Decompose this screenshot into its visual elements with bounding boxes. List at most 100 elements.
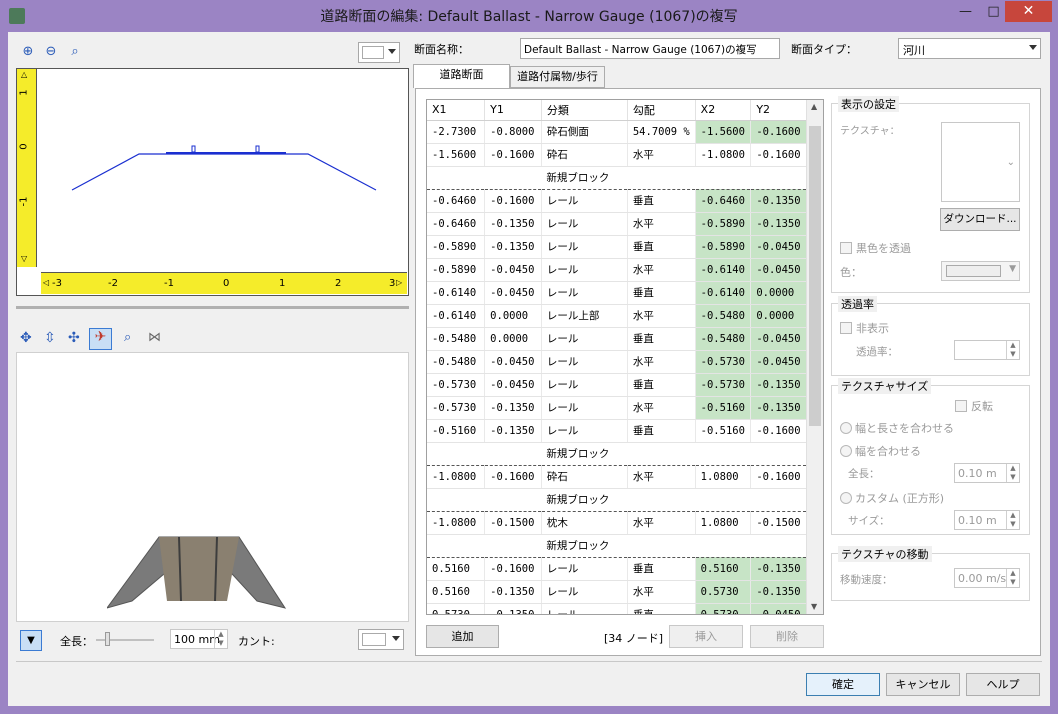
cell-y1[interactable]: -0.1500 (484, 511, 542, 535)
cell-y1[interactable]: -0.1600 (484, 557, 542, 581)
texture-size-stepper[interactable]: 0.10 m ▲ ▼ (954, 510, 1020, 530)
column-header[interactable]: 分類 (541, 100, 628, 121)
cell-y2[interactable]: -0.0450 (750, 603, 807, 614)
block-separator-row[interactable]: 新規ブロック (427, 488, 807, 512)
cell-x2[interactable]: -0.6140 (695, 281, 752, 305)
length-slider-thumb[interactable] (105, 632, 110, 646)
table-row[interactable]: -0.5730 -0.0450 レール 垂直 -0.5730 -0.1350 (427, 373, 807, 397)
table-row[interactable]: 0.5160 -0.1350 レール 水平 0.5730 -0.1350 (427, 580, 807, 604)
table-row[interactable]: -1.0800 -0.1500 枕木 水平 1.0800 -0.1500 (427, 511, 807, 535)
tab-road-accessory[interactable]: 道路付属物/歩行 (510, 66, 605, 88)
node-table[interactable]: X1 Y1 分類 勾配 X2 Y2 -2.7300 -0.8000 砕石側面 54.7… (426, 99, 824, 615)
table-row[interactable]: -0.6460 -0.1600 レール 垂直 -0.6460 -0.1350 (427, 189, 807, 213)
move-speed-stepper[interactable]: 0.00 m/s ▲ ▼ (954, 568, 1020, 588)
cell-x1[interactable]: -0.6460 (427, 212, 486, 236)
cell-grad[interactable]: 54.7009 % (627, 120, 696, 144)
ruler-up-arrow-icon[interactable]: △ (21, 70, 27, 79)
hide-checkbox[interactable]: 非表示 (840, 320, 889, 336)
cell-y1[interactable]: -0.1600 (484, 189, 542, 213)
cell-grad[interactable]: 水平 (627, 580, 696, 604)
section-type-dropdown[interactable]: 河川 (898, 38, 1041, 59)
cell-y1[interactable]: -0.1600 (484, 465, 542, 489)
cell-x1[interactable]: -0.6140 (427, 304, 486, 328)
move-all-icon[interactable]: ✣ (68, 330, 80, 346)
cell-grad[interactable]: 水平 (627, 350, 696, 374)
color-dropdown[interactable]: ▼ (941, 261, 1020, 281)
preview-zoom-icon[interactable]: ⌕ (124, 330, 131, 345)
cell-y2[interactable]: -0.1600 (750, 465, 807, 489)
cell-grad[interactable]: 水平 (627, 465, 696, 489)
cell-y1[interactable]: -0.1350 (484, 580, 542, 604)
block-separator-row[interactable]: 新規ブロック (427, 534, 807, 558)
zoom-fit-icon[interactable]: ⌕ (67, 44, 83, 60)
preview-color-dropdown[interactable] (358, 629, 404, 650)
block-separator-row[interactable]: 新規ブロック (427, 166, 807, 190)
cell-y2[interactable]: -0.1600 (750, 419, 807, 443)
cell-x1[interactable]: -0.5730 (427, 373, 486, 397)
cell-grad[interactable]: 水平 (627, 258, 696, 282)
zoom-in-icon[interactable]: ⊕ (20, 44, 36, 60)
black-transparent-checkbox[interactable]: 黒色を透過 (840, 240, 911, 256)
cell-y2[interactable]: -0.0450 (750, 327, 807, 351)
cell-x2[interactable]: -0.5160 (695, 396, 752, 420)
cell-y1[interactable]: -0.0450 (484, 350, 542, 374)
scroll-thumb[interactable] (809, 126, 821, 426)
table-row[interactable]: -0.5480 -0.0450 レール 水平 -0.5730 -0.0450 (427, 350, 807, 374)
cell-cls[interactable]: 砕石 (541, 143, 628, 167)
delete-button[interactable]: 削除 (750, 625, 824, 648)
cell-grad[interactable]: 垂直 (627, 603, 696, 614)
cell-x1[interactable]: -1.0800 (427, 465, 486, 489)
rotate-icon[interactable]: ✥ (20, 330, 32, 346)
insert-button[interactable]: 挿入 (669, 625, 743, 648)
cell-y1[interactable]: -0.0450 (484, 281, 542, 305)
cell-cls[interactable]: レール (541, 580, 628, 604)
cell-x2[interactable]: -0.5480 (695, 304, 752, 328)
table-row[interactable]: -0.5890 -0.0450 レール 水平 -0.6140 -0.0450 (427, 258, 807, 282)
cell-x1[interactable]: 0.5160 (427, 557, 486, 581)
add-button[interactable]: 追加 (426, 625, 499, 648)
table-row[interactable]: -1.0800 -0.1600 砕石 水平 1.0800 -0.1600 (427, 465, 807, 489)
cell-y1[interactable]: -0.1350 (484, 603, 542, 614)
cell-y1[interactable]: -0.1600 (484, 143, 542, 167)
cell-x1[interactable]: -0.5480 (427, 350, 486, 374)
preview-length-stepper[interactable]: 100 mm ▲ ▼ (170, 629, 228, 649)
custom-square-radio[interactable]: カスタム (正方形) (840, 490, 944, 506)
cell-x2[interactable]: -1.0800 (695, 143, 752, 167)
cell-x2[interactable]: 0.5730 (695, 580, 752, 604)
cell-x2[interactable]: -0.6460 (695, 189, 752, 213)
tab-road-section[interactable]: 道路断面 (413, 64, 510, 88)
cell-y1[interactable]: 0.0000 (484, 304, 542, 328)
cell-x1[interactable]: 0.5160 (427, 580, 486, 604)
close-button[interactable]: ✕ (1005, 1, 1052, 22)
cell-y1[interactable]: -0.0450 (484, 373, 542, 397)
texture-length-stepper[interactable]: 0.10 m ▲ ▼ (954, 463, 1020, 483)
cell-grad[interactable]: 垂直 (627, 419, 696, 443)
column-header[interactable]: Y1 (484, 100, 542, 121)
cell-y1[interactable]: -0.1350 (484, 396, 542, 420)
cell-grad[interactable]: 水平 (627, 511, 696, 535)
zoom-out-icon[interactable]: ⊖ (43, 44, 59, 60)
cell-x2[interactable]: -0.5730 (695, 373, 752, 397)
table-row[interactable]: -0.5160 -0.1350 レール 垂直 -0.5160 -0.1600 (427, 419, 807, 443)
cell-y2[interactable]: -0.1350 (750, 189, 807, 213)
column-header[interactable]: X1 (427, 100, 486, 121)
cell-y2[interactable]: -0.0450 (750, 258, 807, 282)
table-scrollbar[interactable]: ▲ ▼ (806, 100, 823, 614)
cell-x1[interactable]: -0.6140 (427, 281, 486, 305)
cell-x1[interactable]: -0.5160 (427, 419, 486, 443)
cell-grad[interactable]: 垂直 (627, 235, 696, 259)
table-row[interactable]: -0.6140 0.0000 レール上部 水平 -0.5480 0.0000 (427, 304, 807, 328)
cell-y2[interactable]: -0.1600 (750, 143, 807, 167)
column-header[interactable]: X2 (695, 100, 752, 121)
cell-y1[interactable]: -0.1350 (484, 212, 542, 236)
table-row[interactable]: -1.5600 -0.1600 砕石 水平 -1.0800 -0.1600 (427, 143, 807, 167)
cell-cls[interactable]: レール (541, 189, 628, 213)
cell-cls[interactable]: レール (541, 327, 628, 351)
cell-x2[interactable]: -0.5890 (695, 212, 752, 236)
cell-x1[interactable]: -1.5600 (427, 143, 486, 167)
cell-cls[interactable]: 砕石 (541, 465, 628, 489)
cell-grad[interactable]: 水平 (627, 212, 696, 236)
fit-width-length-radio[interactable]: 幅と長さを合わせる (840, 420, 954, 436)
cell-grad[interactable]: 水平 (627, 304, 696, 328)
cell-y2[interactable]: -0.1350 (750, 396, 807, 420)
